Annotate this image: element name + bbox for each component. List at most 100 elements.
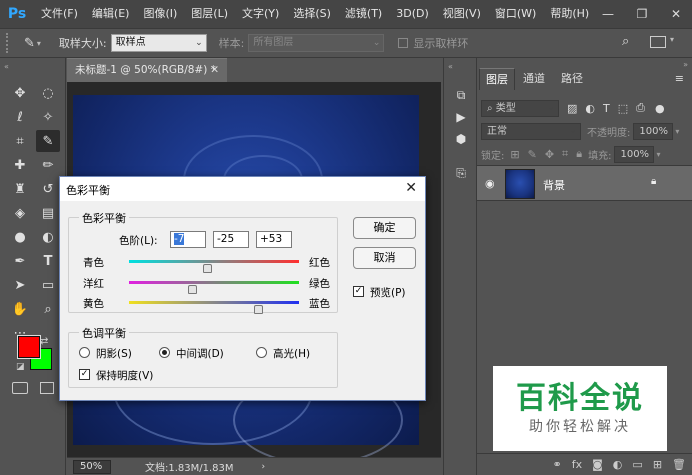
adjustment-layer-icon[interactable]: ◐ bbox=[613, 458, 623, 471]
lock-transparent-icon[interactable]: ⊞ bbox=[510, 148, 519, 161]
preview-checkbox[interactable]: ✓ bbox=[353, 286, 364, 297]
eyedropper-tool-icon[interactable]: ✎ bbox=[36, 130, 60, 152]
magenta-green-track[interactable] bbox=[129, 281, 299, 284]
type-filter-icon[interactable]: T bbox=[603, 102, 610, 115]
pixel-filter-icon[interactable]: ▨ bbox=[567, 102, 577, 115]
lock-position-icon[interactable]: ✥ bbox=[545, 148, 554, 161]
menu-filter[interactable]: 滤镜(T) bbox=[338, 0, 389, 28]
chevron-down-icon[interactable]: ▾ bbox=[656, 150, 660, 159]
chevron-down-icon[interactable]: ▾ bbox=[37, 39, 41, 48]
type-tool-icon[interactable]: T bbox=[36, 250, 60, 272]
fill-field[interactable]: 100% bbox=[614, 145, 655, 163]
collapse-icon[interactable]: « bbox=[4, 62, 9, 71]
level-field-cyan-red[interactable]: -7 bbox=[170, 231, 206, 248]
3d-panel-icon[interactable]: ⬢ bbox=[452, 130, 470, 148]
cancel-button[interactable]: 取消 bbox=[353, 247, 416, 269]
pen-tool-icon[interactable]: ✒ bbox=[8, 250, 32, 272]
close-window-button[interactable]: ✕ bbox=[660, 0, 692, 28]
minimize-button[interactable]: — bbox=[592, 0, 624, 28]
opacity-field[interactable]: 100% bbox=[633, 122, 674, 140]
dialog-close-icon[interactable]: ✕ bbox=[405, 180, 417, 196]
close-document-icon[interactable]: ✕ bbox=[210, 59, 219, 81]
link-layers-icon[interactable]: ⚭ bbox=[553, 458, 562, 471]
menu-edit[interactable]: 编辑(E) bbox=[85, 0, 137, 28]
chevron-down-icon[interactable]: ▾ bbox=[675, 127, 679, 136]
menu-window[interactable]: 窗口(W) bbox=[488, 0, 543, 28]
document-tab[interactable]: 未标题-1 @ 50%(RGB/8#) * ✕ bbox=[67, 58, 227, 82]
hand-tool-icon[interactable]: ✋ bbox=[8, 298, 32, 320]
healing-brush-tool-icon[interactable]: ✚ bbox=[8, 154, 32, 176]
radio-shadows[interactable] bbox=[79, 347, 90, 358]
layer-kind-filter[interactable]: ⌕ 类型 ⌄ bbox=[481, 99, 559, 117]
history-brush-tool-icon[interactable]: ↺ bbox=[36, 178, 60, 200]
lock-pixels-icon[interactable]: ✎ bbox=[528, 148, 537, 161]
dialog-titlebar[interactable]: 色彩平衡 ✕ bbox=[60, 177, 425, 201]
quick-mask-icon[interactable] bbox=[12, 382, 28, 394]
crop-tool-icon[interactable]: ⌗ bbox=[8, 130, 32, 152]
magenta-green-slider-thumb[interactable] bbox=[187, 285, 197, 294]
dodge-tool-icon[interactable]: ◐ bbox=[36, 226, 60, 248]
shape-filter-icon[interactable]: ⬚ bbox=[618, 102, 628, 115]
restore-button[interactable]: ❐ bbox=[626, 0, 658, 28]
radio-midtones[interactable] bbox=[159, 347, 170, 358]
collapse-icon[interactable]: » bbox=[683, 60, 688, 69]
actions-panel-icon[interactable]: ▶ bbox=[452, 108, 470, 126]
lock-artboard-icon[interactable]: ⌗ bbox=[562, 147, 568, 161]
zoom-field[interactable]: 50% bbox=[73, 459, 111, 474]
layer-style-icon[interactable]: fx bbox=[572, 458, 582, 471]
new-layer-icon[interactable]: ⊞ bbox=[653, 458, 662, 471]
visibility-eye-icon[interactable]: ◉ bbox=[485, 177, 495, 190]
ok-button[interactable]: 确定 bbox=[353, 217, 416, 239]
menu-select[interactable]: 选择(S) bbox=[286, 0, 338, 28]
menu-file[interactable]: 文件(F) bbox=[34, 0, 85, 28]
gradient-tool-icon[interactable]: ▤ bbox=[36, 202, 60, 224]
radio-highlights[interactable] bbox=[256, 347, 267, 358]
default-colors-icon[interactable]: ◪ bbox=[16, 362, 25, 372]
menu-help[interactable]: 帮助(H) bbox=[543, 0, 596, 28]
cyan-red-slider-thumb[interactable] bbox=[203, 264, 213, 273]
filter-toggle-icon[interactable]: ● bbox=[655, 102, 665, 115]
tab-channels[interactable]: 通道 bbox=[517, 68, 551, 90]
magic-wand-tool-icon[interactable]: ✧ bbox=[36, 106, 60, 128]
eraser-tool-icon[interactable]: ◈ bbox=[8, 202, 32, 224]
history-panel-icon[interactable]: ⧉ bbox=[452, 86, 470, 104]
level-field-yellow-blue[interactable]: +53 bbox=[256, 231, 292, 248]
chevron-right-icon[interactable]: › bbox=[262, 462, 266, 472]
add-mask-icon[interactable]: ◙ bbox=[592, 458, 603, 471]
swap-colors-icon[interactable]: ⇄ bbox=[40, 336, 48, 347]
delete-layer-icon[interactable]: 🗑︎ bbox=[672, 458, 686, 471]
tab-paths[interactable]: 路径 bbox=[555, 68, 589, 90]
lasso-tool-icon[interactable]: ℓ bbox=[8, 106, 32, 128]
menu-layer[interactable]: 图层(L) bbox=[184, 0, 235, 28]
menu-view[interactable]: 视图(V) bbox=[436, 0, 488, 28]
path-selection-tool-icon[interactable]: ➤ bbox=[8, 274, 32, 296]
workspace-icon[interactable] bbox=[650, 36, 666, 48]
blur-tool-icon[interactable]: ● bbox=[8, 226, 32, 248]
swatches-panel-icon[interactable]: ⎘ bbox=[452, 164, 470, 182]
smart-object-filter-icon[interactable]: ⎙ bbox=[636, 101, 645, 115]
lock-all-icon[interactable]: 🔒︎ bbox=[576, 147, 582, 161]
level-field-magenta-green[interactable]: -25 bbox=[213, 231, 249, 248]
sample-size-select[interactable]: 取样点 ⌄ bbox=[110, 34, 207, 52]
menu-3d[interactable]: 3D(D) bbox=[389, 0, 436, 28]
chevron-down-icon[interactable]: ▾ bbox=[670, 35, 674, 44]
cyan-red-track[interactable] bbox=[129, 260, 299, 263]
menu-image[interactable]: 图像(I) bbox=[136, 0, 184, 28]
menu-type[interactable]: 文字(Y) bbox=[235, 0, 286, 28]
move-tool-icon[interactable]: ✥ bbox=[8, 82, 32, 104]
adjustment-filter-icon[interactable]: ◐ bbox=[585, 102, 595, 115]
new-group-icon[interactable]: ▭ bbox=[632, 458, 642, 471]
ellipse-marquee-tool-icon[interactable]: ◌ bbox=[36, 82, 60, 104]
clone-stamp-tool-icon[interactable]: ♜ bbox=[8, 178, 32, 200]
screen-mode-icon[interactable] bbox=[40, 382, 54, 394]
panel-menu-icon[interactable]: ≡ bbox=[675, 72, 684, 85]
preserve-luminosity-checkbox[interactable]: ✓ bbox=[79, 369, 90, 380]
layer-row-background[interactable]: ◉ 背景 🔒︎ bbox=[477, 165, 692, 201]
yellow-blue-track[interactable] bbox=[129, 301, 299, 304]
rectangle-tool-icon[interactable]: ▭ bbox=[36, 274, 60, 296]
search-icon[interactable]: ⌕ bbox=[622, 34, 629, 49]
brush-tool-icon[interactable]: ✏ bbox=[36, 154, 60, 176]
yellow-blue-slider-thumb[interactable] bbox=[254, 305, 264, 314]
eyedropper-tool-preset-icon[interactable]: ✎ bbox=[24, 36, 35, 51]
blend-mode-select[interactable]: 正常 ⌄ bbox=[481, 122, 581, 140]
